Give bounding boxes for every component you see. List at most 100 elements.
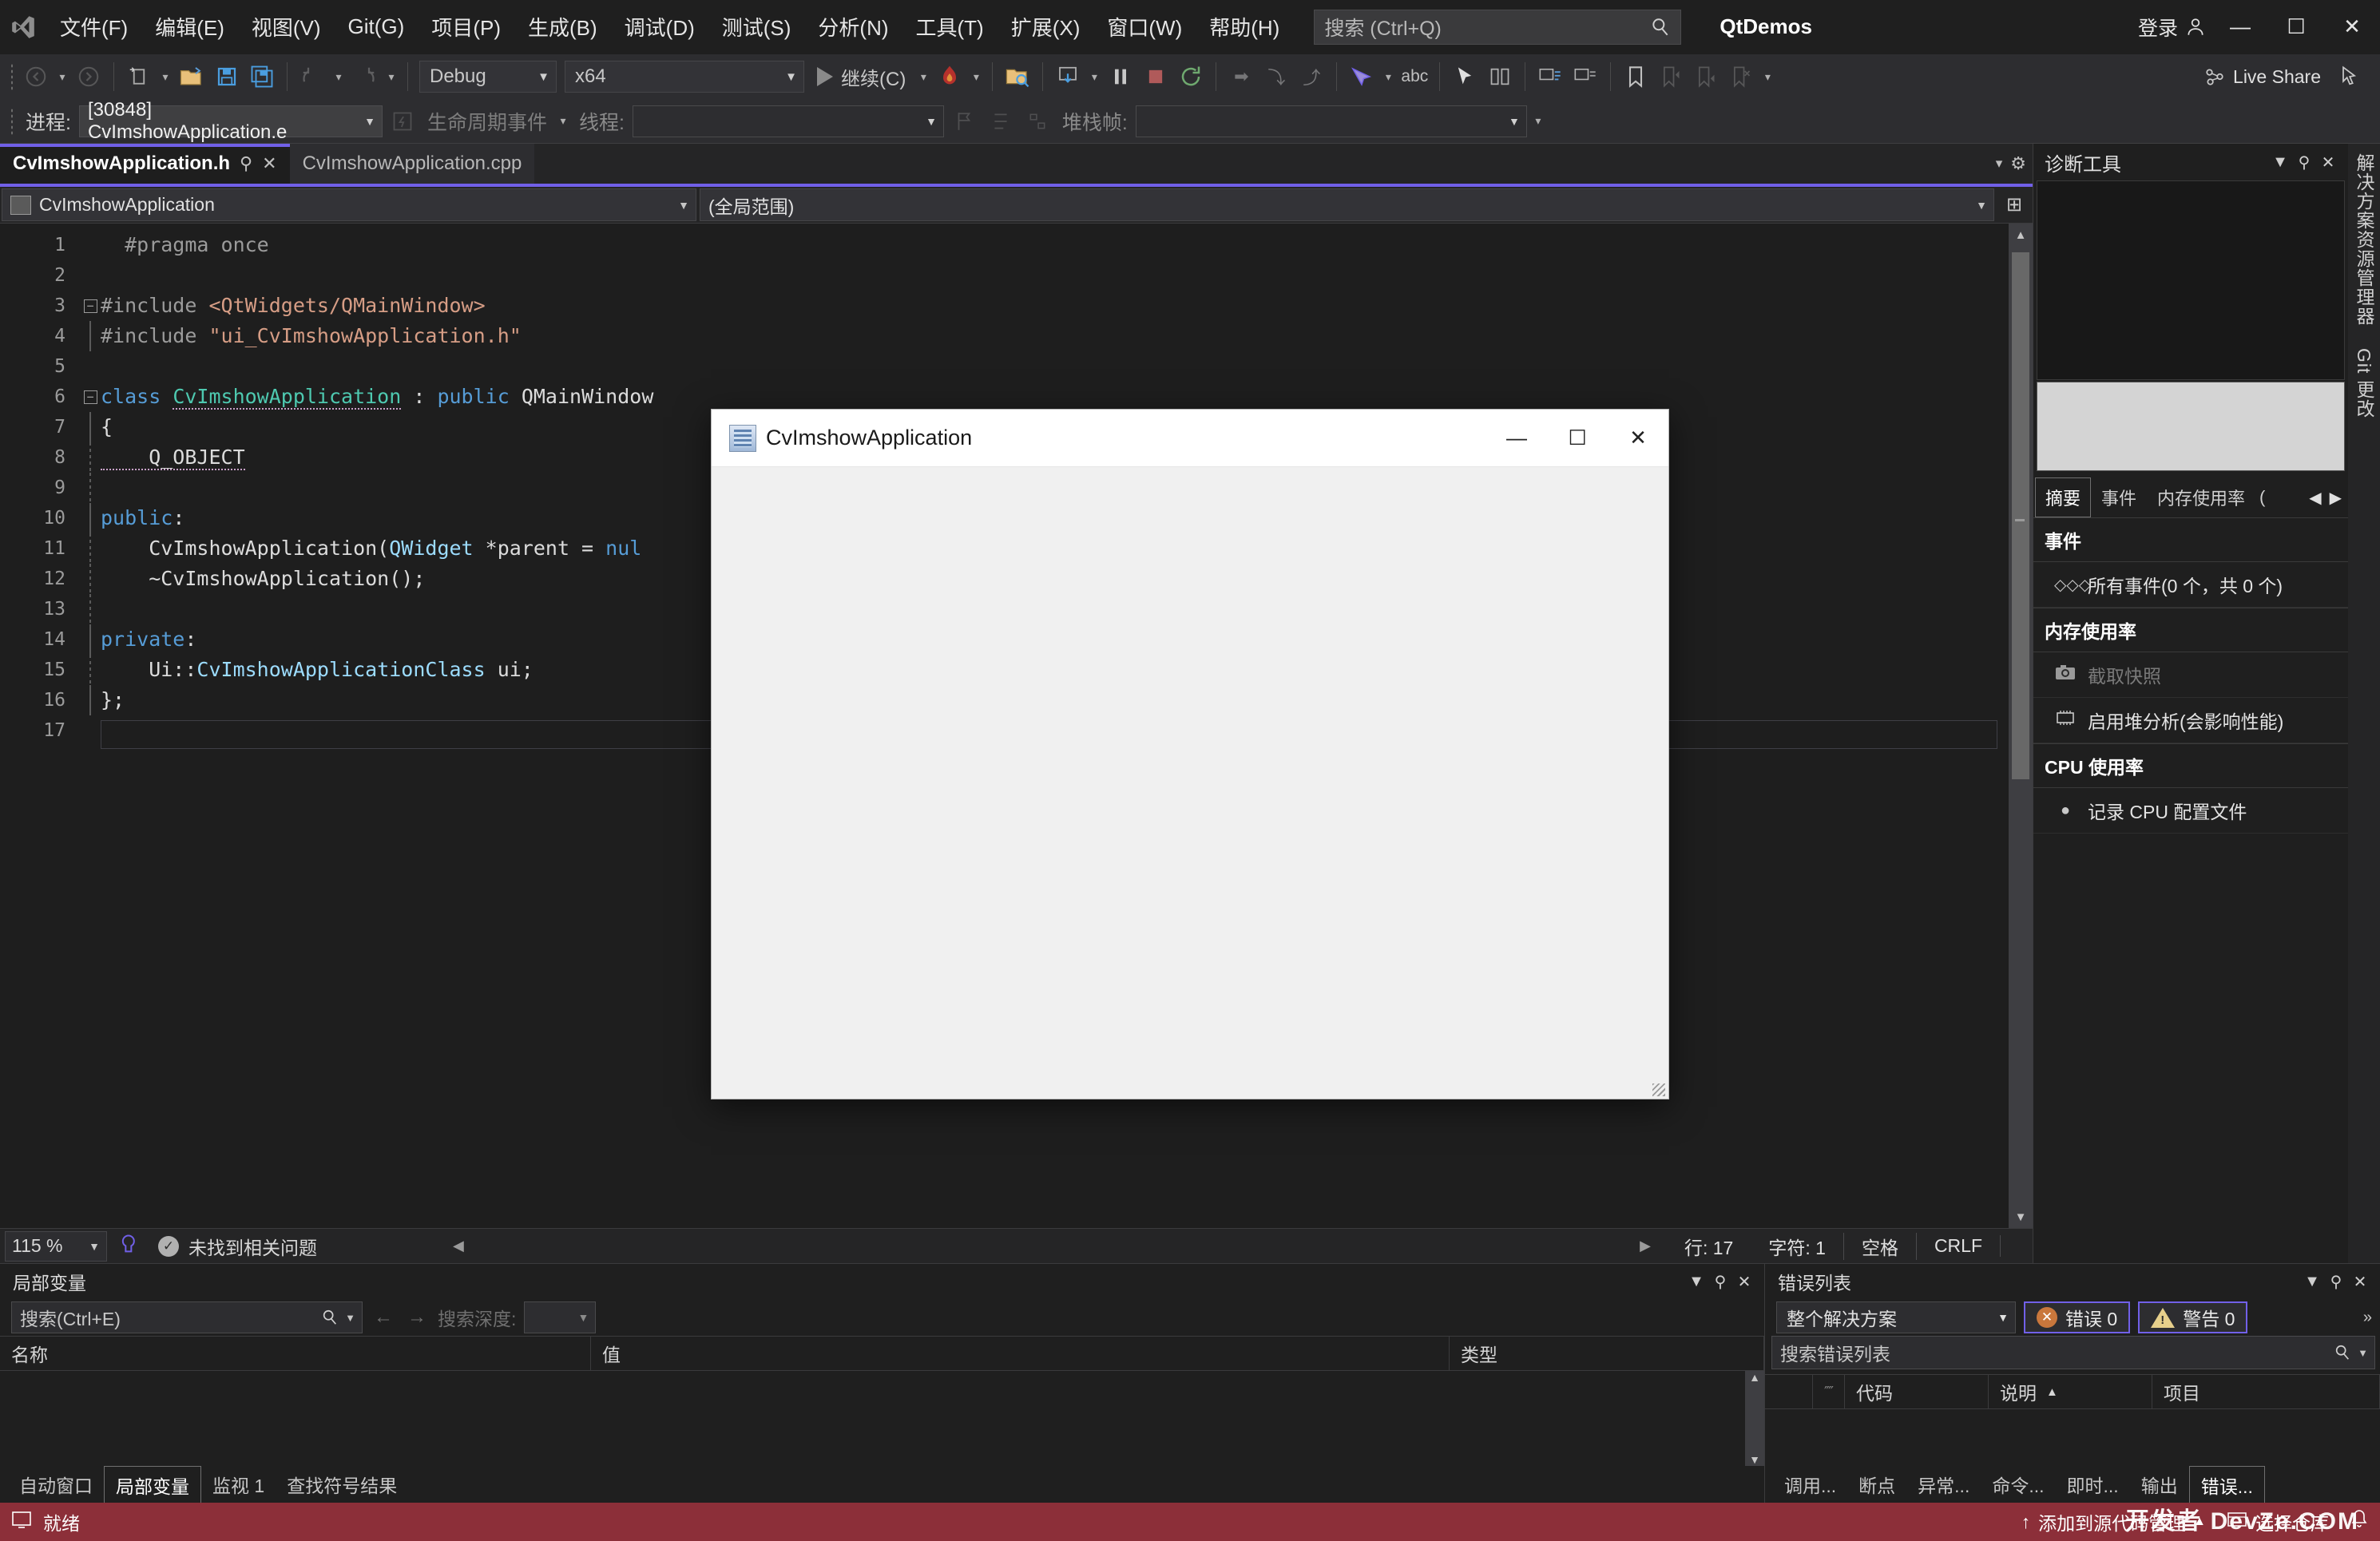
- tab-output[interactable]: 输出: [2130, 1466, 2189, 1503]
- select-tool-icon[interactable]: [1345, 59, 1378, 94]
- locals-scrollbar[interactable]: ▲ ▼: [1745, 1371, 1764, 1466]
- stack-frame-select[interactable]: ▼: [1135, 105, 1527, 137]
- window-close-button[interactable]: ✕: [2324, 0, 2380, 53]
- diagnostics-row-all-events[interactable]: ◇◇◇ 所有事件(0 个，共 0 个): [2033, 562, 2348, 608]
- compare-icon[interactable]: [1483, 59, 1517, 94]
- issue-status[interactable]: ✓ 未找到相关问题: [158, 1233, 317, 1260]
- tab-autos[interactable]: 自动窗口: [8, 1466, 104, 1503]
- thread-select[interactable]: ▼: [632, 105, 944, 137]
- scroll-up-icon[interactable]: ▲: [2009, 224, 2033, 246]
- tab-call-stack[interactable]: 调用...: [1773, 1466, 1847, 1503]
- qt-window-titlebar[interactable]: CvImshowApplication — ☐ ✕: [712, 410, 1668, 467]
- clear-bookmarks-icon[interactable]: [1724, 59, 1758, 94]
- locals-search-input[interactable]: 搜索(Ctrl+E) ▼: [11, 1301, 363, 1333]
- close-icon[interactable]: ✕: [262, 153, 276, 174]
- navigate-forward-icon[interactable]: [72, 59, 105, 94]
- intellicode-icon[interactable]: [118, 1233, 141, 1260]
- solution-platform-select[interactable]: x64 ▼: [565, 61, 804, 93]
- window-minimize-button[interactable]: —: [2212, 0, 2268, 53]
- error-grid-body[interactable]: [1765, 1409, 2380, 1466]
- search-options-caret-icon[interactable]: ▼: [345, 1312, 355, 1324]
- show-next-statement-icon[interactable]: ➡: [1224, 59, 1258, 94]
- feedback-icon[interactable]: [2332, 59, 2366, 94]
- tab-error-list[interactable]: 错误...: [2188, 1466, 2265, 1503]
- solution-configuration-select[interactable]: Debug ▼: [419, 61, 557, 93]
- flag-icon[interactable]: [947, 104, 981, 139]
- navigate-back-icon[interactable]: [19, 59, 53, 94]
- continue-button[interactable]: 继续(C): [809, 59, 914, 94]
- debug-toolbar-grip[interactable]: [6, 106, 18, 137]
- tab-command-window[interactable]: 命令...: [1981, 1466, 2055, 1503]
- menu-test[interactable]: 测试(S): [708, 0, 805, 53]
- menu-build[interactable]: 生成(B): [514, 0, 611, 53]
- pin-icon[interactable]: ⚲: [2324, 1272, 2348, 1292]
- navbar-type-select[interactable]: CvImshowApplication ▼: [2, 188, 696, 221]
- redo-caret-icon[interactable]: ▾: [383, 59, 399, 94]
- chevron-down-icon[interactable]: ▼: [2268, 153, 2292, 172]
- new-item-icon[interactable]: [122, 59, 156, 94]
- editor-vertical-scrollbar[interactable]: ▲ ▼: [2009, 224, 2033, 1228]
- menu-analyze[interactable]: 分析(N): [804, 0, 902, 53]
- tabstrip-settings-icon[interactable]: ⚙: [2010, 153, 2026, 174]
- close-icon[interactable]: ✕: [2348, 1272, 2372, 1292]
- scroll-left-icon[interactable]: ◀: [453, 1238, 464, 1254]
- qt-close-button[interactable]: ✕: [1608, 410, 1668, 466]
- tab-cvimshowapplication-cpp[interactable]: CvImshowApplication.cpp: [289, 144, 535, 184]
- close-icon[interactable]: ✕: [2316, 153, 2340, 172]
- diagnostics-timeline-strip[interactable]: [2037, 382, 2345, 471]
- bookmark-icon[interactable]: [1619, 59, 1652, 94]
- menu-help[interactable]: 帮助(H): [1196, 0, 1293, 53]
- next-bookmark-icon[interactable]: [1689, 59, 1723, 94]
- scroll-right-icon[interactable]: ▶: [1640, 1238, 1667, 1254]
- navbar-member-select[interactable]: (全局范围) ▼: [700, 188, 1994, 221]
- qt-minimize-button[interactable]: —: [1486, 410, 1547, 466]
- search-depth-select[interactable]: ▼: [524, 1301, 597, 1333]
- menu-file[interactable]: 文件(F): [46, 0, 141, 53]
- pointer-icon[interactable]: [1448, 59, 1482, 94]
- column-code[interactable]: 代码: [1845, 1375, 1989, 1408]
- debug-toolbar-overflow-icon[interactable]: ▾: [1530, 104, 1546, 139]
- hot-reload-caret-icon[interactable]: ▾: [968, 59, 984, 94]
- tab-cvimshowapplication-h[interactable]: CvImshowApplication.h ⚲ ✕: [0, 144, 290, 184]
- tab-watch-1[interactable]: 监视 1: [201, 1466, 276, 1503]
- line-ending-indicator[interactable]: CRLF: [1917, 1235, 2001, 1257]
- undo-icon[interactable]: [296, 59, 329, 94]
- undo-caret-icon[interactable]: ▾: [331, 59, 347, 94]
- live-share-button[interactable]: Live Share: [2201, 59, 2324, 94]
- sign-in-button[interactable]: 登录: [2132, 13, 2212, 42]
- search-prev-icon[interactable]: ←: [371, 1306, 396, 1329]
- thread-marker-icon[interactable]: [984, 104, 1017, 139]
- indentation-indicator[interactable]: 空格: [1843, 1232, 1917, 1260]
- fold-glyph[interactable]: −: [80, 299, 101, 313]
- open-file-icon[interactable]: [175, 59, 208, 94]
- column-value[interactable]: 值: [591, 1337, 1450, 1370]
- back-history-caret-icon[interactable]: ▾: [54, 59, 70, 94]
- step-caret-icon[interactable]: ▾: [1086, 59, 1102, 94]
- lifecycle-events-icon[interactable]: [386, 104, 419, 139]
- close-icon[interactable]: ✕: [1732, 1272, 1756, 1292]
- parallel-stacks-icon[interactable]: [1021, 104, 1054, 139]
- save-icon[interactable]: [210, 59, 244, 94]
- attach-to-process-icon[interactable]: [1001, 59, 1034, 94]
- tool-tab-git-changes[interactable]: Git 更改: [2350, 348, 2378, 418]
- chevron-down-icon[interactable]: ▼: [1684, 1273, 1708, 1291]
- new-item-caret-icon[interactable]: ▾: [157, 59, 173, 94]
- pin-icon[interactable]: ⚲: [2292, 153, 2316, 172]
- column-project[interactable]: 项目: [2152, 1375, 2380, 1408]
- tab-locals[interactable]: 局部变量: [104, 1466, 201, 1503]
- qt-maximize-button[interactable]: ☐: [1547, 410, 1608, 466]
- diagnostics-row-heap-profiling[interactable]: 启用堆分析(会影响性能): [2033, 698, 2348, 743]
- tab-memory-usage[interactable]: 内存使用率: [2147, 477, 2255, 517]
- pin-icon[interactable]: ⚲: [1708, 1272, 1732, 1292]
- stop-debugging-icon[interactable]: [1139, 59, 1172, 94]
- qt-application-window[interactable]: CvImshowApplication — ☐ ✕: [711, 409, 1669, 1099]
- split-editor-icon[interactable]: ⊞: [1996, 187, 2033, 223]
- scrollbar-thumb[interactable]: [2012, 252, 2029, 779]
- menu-extensions[interactable]: 扩展(X): [998, 0, 1094, 53]
- menu-view[interactable]: 视图(V): [238, 0, 335, 53]
- warnings-filter-button[interactable]: 警告 0: [2138, 1301, 2248, 1333]
- save-all-icon[interactable]: [245, 59, 279, 94]
- toolbar-overflow-icon[interactable]: ▾: [1759, 59, 1775, 94]
- zoom-select[interactable]: 115 % ▼: [5, 1230, 107, 1262]
- spellcheck-icon[interactable]: abc: [1398, 59, 1431, 94]
